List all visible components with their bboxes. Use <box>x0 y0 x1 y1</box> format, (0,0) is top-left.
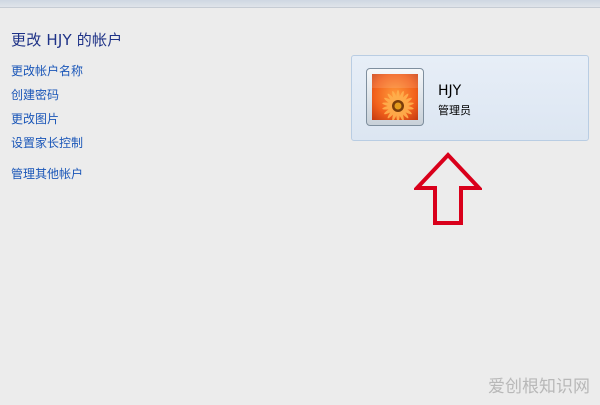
window-top-strip <box>0 0 600 8</box>
orange-flower-icon <box>372 74 418 120</box>
account-name: HJY <box>438 83 462 99</box>
account-tile[interactable]: HJY 管理员 <box>351 55 589 141</box>
account-role: 管理员 <box>438 104 471 117</box>
manage-other-accounts-link[interactable]: 管理其他帐户 <box>11 166 83 190</box>
page-title: 更改 HJY 的帐户 <box>11 31 123 49</box>
task-links: 更改帐户名称 创建密码 更改图片 设置家长控制 管理其他帐户 <box>11 63 83 190</box>
parental-controls-link[interactable]: 设置家长控制 <box>11 135 83 159</box>
red-up-arrow-icon <box>414 152 482 225</box>
watermark-text: 爱创根知识网 <box>488 377 590 397</box>
change-account-name-link[interactable]: 更改帐户名称 <box>11 63 83 87</box>
account-avatar <box>366 68 424 126</box>
create-password-link[interactable]: 创建密码 <box>11 87 83 111</box>
change-picture-link[interactable]: 更改图片 <box>11 111 83 135</box>
